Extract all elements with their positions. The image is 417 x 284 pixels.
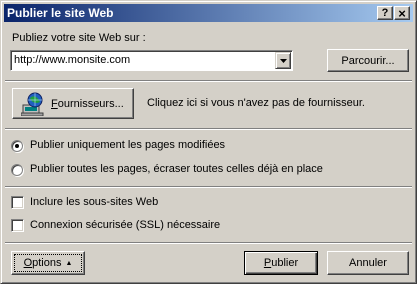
options-button[interactable]: Options ▲ <box>11 251 85 275</box>
options-button-label: Options <box>23 257 62 269</box>
separator-4 <box>5 242 412 244</box>
providers-button-label: Fournisseurs... <box>51 97 124 110</box>
publish-button[interactable]: Publier <box>244 251 318 275</box>
publish-button-label: Publier <box>263 257 299 269</box>
checkbox-label[interactable]: Inclure les sous-sites Web <box>30 196 158 208</box>
providers-button[interactable]: Fournisseurs... <box>12 88 134 119</box>
publish-dialog: Publier le site Web ? × Publiez votre si… <box>0 0 417 284</box>
separator-3 <box>5 186 412 188</box>
chevron-down-icon <box>279 58 287 63</box>
url-label: Publiez votre site Web sur : <box>12 32 146 44</box>
radio-changed-pages[interactable] <box>11 140 23 152</box>
globe-computer-icon <box>21 92 44 116</box>
radio-label[interactable]: Publier toutes les pages, écraser toutes… <box>30 163 323 175</box>
provider-hint: Cliquez ici si vous n'avez pas de fourni… <box>147 97 365 109</box>
chevron-up-icon: ▲ <box>65 259 73 267</box>
separator-2 <box>5 128 412 130</box>
help-button[interactable]: ? <box>377 6 393 20</box>
title-bar: Publier le site Web ? × <box>4 4 413 22</box>
close-button[interactable]: × <box>394 6 410 20</box>
cancel-button[interactable]: Annuler <box>327 251 409 275</box>
url-dropdown-button[interactable] <box>275 52 291 69</box>
help-icon: ? <box>381 6 389 19</box>
url-value: http://www.monsite.com <box>14 54 131 66</box>
browse-button[interactable]: Parcourir... <box>327 49 409 72</box>
radio-label[interactable]: Publier uniquement les pages modifiées <box>30 139 225 151</box>
checkbox-ssl[interactable] <box>11 219 24 232</box>
dialog-title: Publier le site Web <box>7 6 114 20</box>
separator-1 <box>5 80 412 82</box>
url-combobox[interactable]: http://www.monsite.com <box>10 50 293 71</box>
close-icon: × <box>398 5 406 21</box>
browse-button-label: Parcourir... <box>341 54 395 67</box>
cancel-button-label: Annuler <box>349 257 387 269</box>
radio-all-pages[interactable] <box>11 164 23 176</box>
checkbox-include-subsites[interactable] <box>11 196 24 209</box>
checkbox-label[interactable]: Connexion sécurisée (SSL) nécessaire <box>30 219 220 231</box>
